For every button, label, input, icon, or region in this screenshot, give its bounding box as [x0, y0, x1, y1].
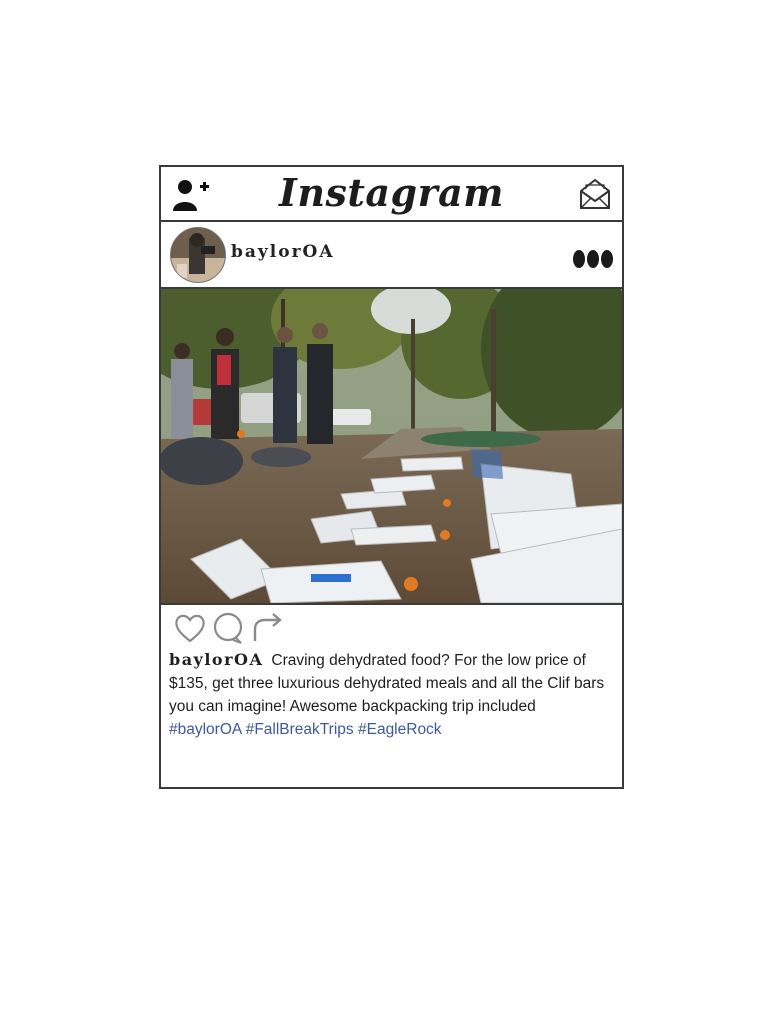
- post-photo[interactable]: [161, 289, 622, 605]
- post-username[interactable]: baylorOA: [231, 242, 335, 262]
- instagram-post-card: Instagram baylorOA baylorOA Craving dehy…: [159, 165, 624, 789]
- hashtag-list: #baylorOA #FallBreakTrips #EagleRock: [169, 721, 442, 738]
- hashtag-link[interactable]: #EagleRock: [358, 721, 442, 738]
- share-arrow-icon[interactable]: [251, 611, 285, 645]
- avatar[interactable]: [170, 227, 226, 283]
- hashtag-link[interactable]: #baylorOA: [169, 721, 241, 738]
- app-top-bar: Instagram: [161, 167, 622, 222]
- comment-icon[interactable]: [211, 611, 245, 645]
- post-caption: baylorOA Craving dehydrated food? For the…: [169, 648, 619, 741]
- more-options-icon[interactable]: [572, 248, 614, 270]
- hashtag-link[interactable]: #FallBreakTrips: [246, 721, 354, 738]
- caption-username[interactable]: baylorOA: [169, 650, 263, 669]
- post-actions: [173, 611, 293, 647]
- app-logo[interactable]: Instagram: [161, 167, 622, 219]
- post-header: baylorOA: [161, 222, 622, 289]
- heart-icon[interactable]: [173, 611, 207, 645]
- envelope-icon[interactable]: [578, 177, 612, 211]
